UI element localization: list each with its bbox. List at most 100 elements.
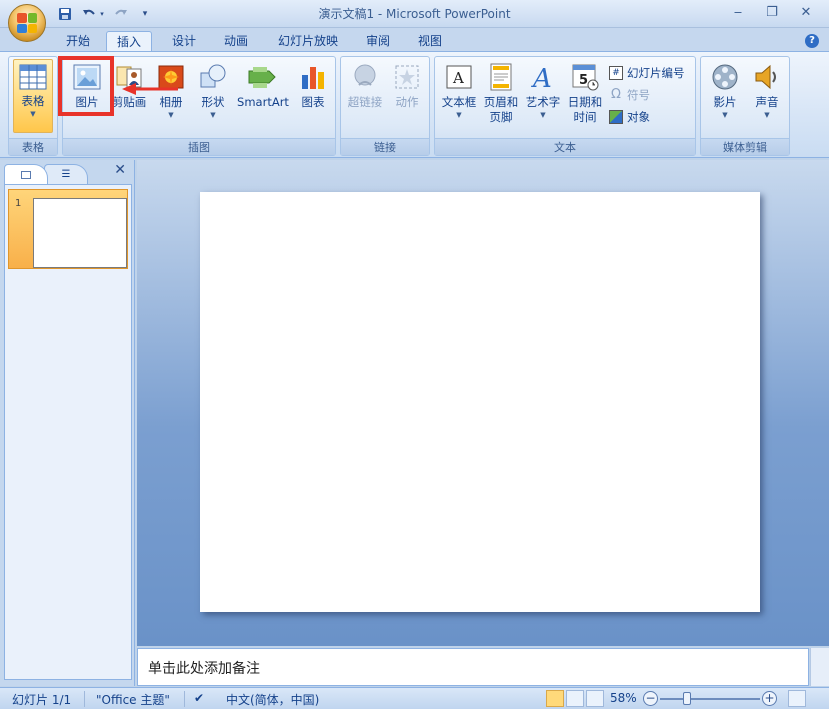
slideshow-view-button[interactable] — [586, 690, 604, 707]
slide-thumbnail[interactable] — [33, 198, 127, 268]
textbox-button[interactable]: A 文本框 ▼ — [437, 59, 481, 120]
office-button[interactable] — [8, 4, 46, 42]
tab-view[interactable]: 视图 — [408, 31, 452, 52]
group-label-text: 文本 — [435, 138, 695, 155]
wordart-label: 艺术字 — [525, 95, 561, 109]
symbol-button[interactable]: Ω 符号 — [609, 85, 650, 105]
window-controls: ‒ ❐ ✕ — [721, 2, 823, 22]
title-bar: ▾ ▾ 演示文稿1 - Microsoft PowerPoint ‒ ❐ ✕ — [0, 0, 829, 28]
dropdown-arrow-icon: ▼ — [722, 111, 728, 119]
chart-icon — [299, 63, 327, 91]
divider — [184, 691, 185, 707]
tab-design[interactable]: 设计 — [162, 31, 206, 52]
calendar-icon: 5 — [571, 63, 599, 91]
datetime-button[interactable]: 5 日期和 时间 — [565, 59, 605, 125]
ribbon: 表格 ▼ 表格 图片 剪贴画 相册 ▼ 形状 ▼ SmartArt 图表 插图 … — [0, 51, 829, 158]
smartart-icon — [247, 63, 279, 91]
album-label: 相册 — [159, 95, 183, 109]
header-footer-icon — [489, 63, 513, 91]
sound-button[interactable]: 声音 ▼ — [747, 59, 787, 120]
dropdown-arrow-icon: ▼ — [764, 111, 770, 119]
group-label-links: 链接 — [341, 138, 429, 155]
film-reel-icon — [711, 63, 739, 91]
shapes-label: 形状 — [201, 95, 225, 109]
slide-canvas[interactable] — [200, 192, 760, 612]
dropdown-arrow-icon: ▼ — [210, 111, 216, 119]
minimize-button[interactable]: ‒ — [721, 2, 755, 22]
close-panel-icon[interactable]: ✕ — [114, 162, 126, 178]
hyperlink-button[interactable]: 超链接 — [343, 59, 387, 110]
object-icon — [609, 110, 623, 124]
window-title: 演示文稿1 - Microsoft PowerPoint — [318, 7, 511, 21]
group-label-table: 表格 — [9, 138, 57, 155]
tab-review[interactable]: 审阅 — [356, 31, 400, 52]
header-footer-button[interactable]: 页眉和 页脚 — [481, 59, 521, 125]
notes-scrollbar[interactable] — [810, 648, 829, 686]
slide-thumbnail-selected[interactable]: 1 — [8, 189, 128, 269]
dropdown-arrow-icon: ▼ — [456, 111, 462, 119]
language-indicator[interactable]: 中文(简体，中国) — [226, 691, 319, 708]
symbol-label: 符号 — [627, 88, 650, 102]
zoom-in-button[interactable]: + — [762, 691, 777, 706]
shapes-button[interactable]: 形状 ▼ — [193, 59, 233, 120]
slide-sorter-view-button[interactable] — [566, 690, 584, 707]
omega-icon: Ω — [611, 87, 621, 102]
zoom-level[interactable]: 58% — [610, 691, 637, 705]
close-button[interactable]: ✕ — [789, 2, 823, 22]
action-label: 动作 — [395, 95, 419, 109]
annotation-highlight-box — [58, 56, 114, 116]
spell-check-icon[interactable]: ✔ — [194, 691, 204, 705]
tab-outline[interactable]: ☰ — [44, 164, 88, 184]
annotation-arrow-icon — [122, 83, 178, 95]
ribbon-tabs: 开始 插入 设计 动画 幻灯片放映 审阅 视图 ? — [0, 28, 829, 52]
datetime-label-2: 时间 — [573, 110, 597, 124]
header-footer-label-2: 页脚 — [489, 110, 513, 124]
fit-to-window-button[interactable] — [788, 690, 806, 707]
slide-thumbnail-number: 1 — [15, 198, 22, 209]
clipart-label: 剪贴画 — [111, 95, 147, 109]
slide-number-icon: # — [609, 66, 623, 80]
table-button[interactable]: 表格 ▼ — [13, 59, 53, 133]
object-button[interactable]: 对象 — [609, 107, 650, 127]
normal-view-button[interactable] — [546, 690, 564, 707]
slides-view-icon — [21, 170, 31, 179]
chart-button[interactable]: 图表 — [293, 59, 333, 110]
divider — [84, 691, 85, 707]
action-button[interactable]: 动作 — [387, 59, 427, 110]
smartart-button[interactable]: SmartArt — [235, 59, 291, 110]
hyperlink-label: 超链接 — [347, 95, 383, 109]
theme-name[interactable]: "Office 主题" — [96, 691, 170, 708]
movie-button[interactable]: 影片 ▼ — [703, 59, 747, 120]
slide-editing-area — [137, 160, 829, 646]
zoom-slider-track[interactable] — [660, 698, 760, 700]
svg-text:A: A — [452, 69, 464, 87]
tab-insert[interactable]: 插入 — [106, 31, 153, 52]
tab-slideshow[interactable]: 幻灯片放映 — [268, 31, 348, 52]
dropdown-arrow-icon: ▼ — [30, 110, 36, 118]
textbox-label: 文本框 — [441, 95, 477, 109]
slide-number-label: 幻灯片编号 — [627, 66, 685, 80]
help-icon[interactable]: ? — [805, 34, 819, 48]
speaker-icon — [753, 63, 781, 91]
office-logo-icon — [17, 13, 37, 33]
tab-slides[interactable] — [4, 164, 48, 184]
textbox-icon: A — [445, 63, 473, 91]
wordart-button[interactable]: A 艺术字 ▼ — [523, 59, 563, 120]
hyperlink-icon — [351, 63, 379, 91]
tab-home[interactable]: 开始 — [56, 31, 100, 52]
group-media: 影片 ▼ 声音 ▼ 媒体剪辑 — [700, 56, 790, 156]
sound-label: 声音 — [755, 95, 779, 109]
table-label: 表格 — [21, 94, 45, 108]
outline-view-icon: ☰ — [61, 169, 71, 180]
shapes-icon — [199, 63, 227, 91]
slide-number-button[interactable]: # 幻灯片编号 — [609, 63, 685, 83]
object-label: 对象 — [627, 110, 650, 124]
zoom-slider-thumb[interactable] — [683, 692, 691, 705]
tab-animation[interactable]: 动画 — [214, 31, 258, 52]
table-icon — [19, 64, 47, 90]
status-bar: 幻灯片 1/1 "Office 主题" ✔ 中文(简体，中国) 58% − + — [0, 687, 829, 709]
notes-pane[interactable]: 单击此处添加备注 — [137, 648, 809, 686]
dropdown-arrow-icon: ▼ — [540, 111, 546, 119]
restore-button[interactable]: ❐ — [755, 2, 789, 22]
zoom-out-button[interactable]: − — [643, 691, 658, 706]
